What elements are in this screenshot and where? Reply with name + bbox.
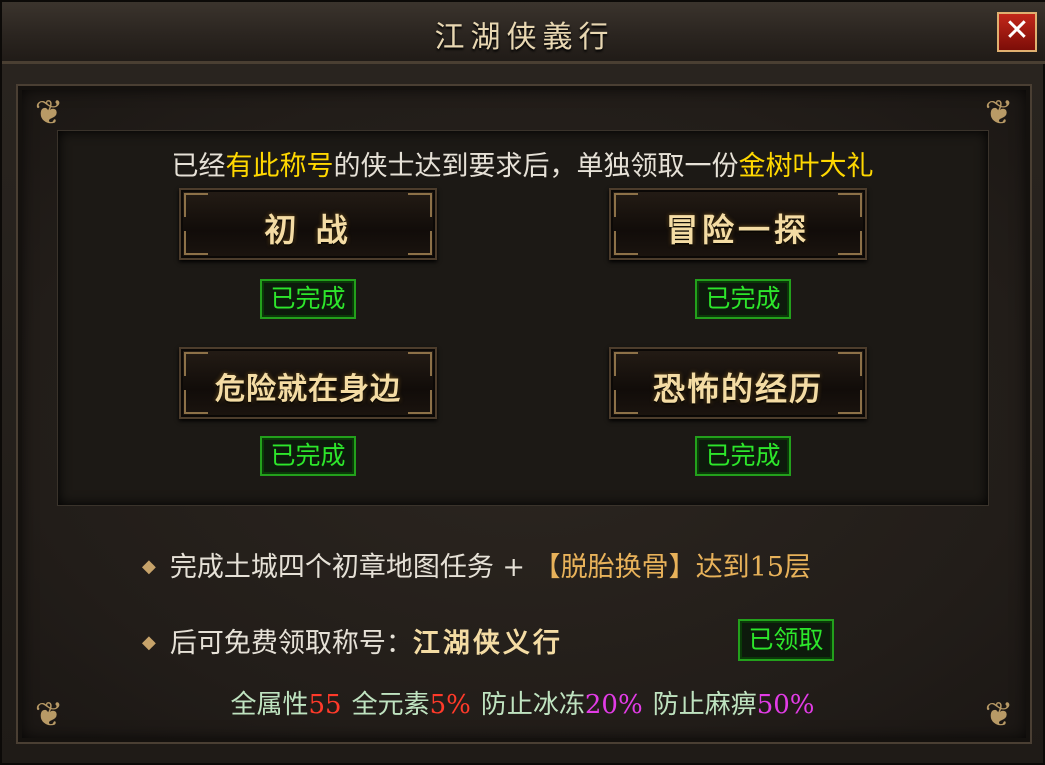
stat-value: 5% [429,690,471,720]
reward-row: ◆ 后可免费领取称号：江湖侠义行 [142,621,563,660]
badge-status-completed: 已完成 [260,436,356,476]
stats-row: 全属性55 全元素5% 防止冰冻20% 防止麻痹50% [2,684,1043,721]
badge-status-completed: 已完成 [695,279,791,319]
diamond-bullet-icon: ◆ [142,632,156,653]
reward-title-name: 江湖侠义行 [412,628,563,659]
title-reward-window: 江湖侠義行 ✕ ❦ ❦ ❦ ❦ 已经有此称号的侠士达到要求后，单独领取一份金树叶… [0,0,1045,765]
stat-label: 防止冰冻 [480,690,585,720]
close-button[interactable]: ✕ [997,12,1037,52]
stat-value: 20% [584,690,643,720]
badge-name: 危险就在身边 [215,372,401,407]
stat-value: 50% [756,690,815,720]
badge-name: 初 战 [264,211,352,249]
requirement-highlight-title: 有此称号 [225,151,334,181]
badge-name: 恐怖的经历 [652,370,823,408]
title-badge-adventure: 冒险一探 [609,188,867,260]
title-badge-danger-nearby: 危险就在身边 [179,347,437,419]
requirement-middle: 的侠士达到要求后，单独领取一份 [333,151,739,181]
stat-label: 全元素 [351,690,430,720]
window-title: 江湖侠義行 [434,20,615,55]
badges-panel [57,130,989,506]
stat-label: 防止麻痹 [652,690,757,720]
title-badge-first-battle: 初 战 [179,188,437,260]
title-badge-horror-experience: 恐怖的经历 [609,347,867,419]
claimed-button[interactable]: 已领取 [738,619,834,661]
requirement-prefix: 已经 [171,151,226,181]
stat-value: 55 [308,690,342,720]
diamond-bullet-icon: ◆ [142,556,156,577]
requirement-text: 已经有此称号的侠士达到要求后，单独领取一份金树叶大礼 [2,144,1043,183]
reward-text: 后可免费领取称号： [169,628,413,659]
condition-row: ◆ 完成土城四个初章地图任务 + 【脱胎换骨】达到15层 [142,545,811,584]
badge-status-completed: 已完成 [695,436,791,476]
badge-status-completed: 已完成 [260,279,356,319]
badge-name: 冒险一探 [665,211,810,249]
condition-text: 完成土城四个初章地图任务 + [169,552,534,583]
title-bar: 江湖侠義行 ✕ [2,2,1045,64]
requirement-highlight-gift: 金树叶大礼 [738,151,874,181]
stat-label: 全属性 [230,690,309,720]
condition-highlight: 【脱胎换骨】达到15层 [533,552,811,583]
